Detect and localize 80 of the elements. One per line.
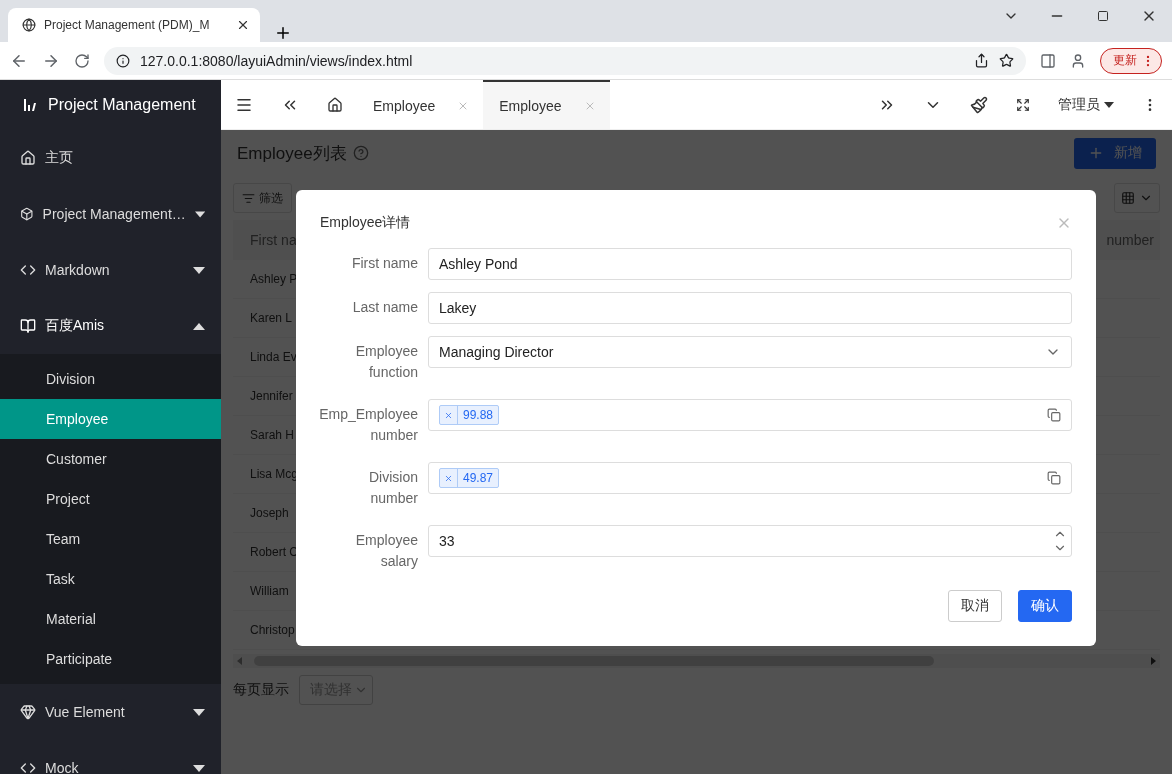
- brush-icon[interactable]: [970, 95, 988, 114]
- table-cell: Sarah H: [250, 428, 295, 442]
- sidebar-item[interactable]: Markdown: [0, 242, 221, 298]
- grid-icon: [1121, 191, 1135, 205]
- browser-tab[interactable]: Project Management (PDM)_M: [8, 8, 260, 42]
- share-icon[interactable]: [974, 53, 989, 68]
- reload-icon[interactable]: [74, 52, 90, 69]
- confirm-button[interactable]: 确认: [1018, 590, 1072, 622]
- profile-icon[interactable]: [1070, 52, 1086, 69]
- value-tag: 49.87: [439, 468, 500, 488]
- text-field[interactable]: Lakey: [428, 292, 1072, 324]
- caret-down-icon: [193, 266, 205, 274]
- app-title: Project Management: [48, 96, 196, 114]
- number-field[interactable]: 33: [428, 525, 1072, 557]
- user-menu[interactable]: 管理员: [1044, 80, 1128, 129]
- picker-field[interactable]: 49.87: [428, 462, 1072, 494]
- sidebar-item[interactable]: 主页: [0, 130, 221, 186]
- field-label: First name: [350, 254, 418, 273]
- table-cell: Christop: [250, 623, 295, 637]
- plus-icon: [1088, 145, 1104, 161]
- star-icon[interactable]: [999, 53, 1014, 68]
- picker-icon[interactable]: [1047, 408, 1061, 422]
- sidebar-subitem[interactable]: Customer: [0, 439, 221, 479]
- field-label: Employee salary: [354, 531, 418, 571]
- text-field[interactable]: Ashley Pond: [428, 248, 1072, 280]
- maximize-icon[interactable]: [1097, 10, 1109, 22]
- sidebar-item[interactable]: Project Management…: [0, 186, 221, 242]
- sidebar-item[interactable]: Mock: [0, 740, 221, 774]
- new-tab-icon[interactable]: [274, 24, 292, 42]
- table-cell: Karen L: [250, 311, 293, 325]
- update-button[interactable]: 更新: [1100, 47, 1162, 74]
- address-field[interactable]: 127.0.0.1:8080/layuiAdmin/views/index.html: [104, 46, 1026, 75]
- dialog-title: Employee详情: [320, 214, 411, 232]
- sidebar-subitem[interactable]: Participate: [0, 639, 221, 679]
- filter-icon: [242, 191, 255, 205]
- caret-down-icon: [1104, 101, 1114, 108]
- caret-down-icon: [194, 210, 205, 218]
- globe-icon: [22, 18, 36, 32]
- diamond-icon: [20, 704, 36, 720]
- page-tab[interactable]: Employee: [483, 80, 610, 129]
- home-icon[interactable]: [327, 96, 343, 113]
- table-cell: Jennifer: [250, 389, 293, 403]
- logo-icon: [22, 97, 38, 113]
- fullscreen-icon[interactable]: [1016, 97, 1030, 112]
- caret-down-icon: [193, 708, 205, 716]
- field-label: Employee function: [354, 342, 418, 382]
- sidebar-subitem[interactable]: Employee: [0, 399, 221, 439]
- sidebar-subitem[interactable]: Task: [0, 559, 221, 599]
- code-icon: [20, 262, 36, 278]
- cancel-button[interactable]: 取消: [948, 590, 1002, 622]
- page-title: Employee列表: [237, 142, 347, 165]
- side-panel-icon[interactable]: [1040, 52, 1056, 69]
- tab-title: Project Management (PDM)_M: [44, 18, 211, 32]
- sidebar-subitem[interactable]: Material: [0, 599, 221, 639]
- sidebar-subitem[interactable]: Division: [0, 359, 221, 399]
- picker-icon[interactable]: [1047, 471, 1061, 485]
- close-icon[interactable]: [236, 18, 250, 32]
- value-tag: 99.88: [439, 405, 500, 425]
- remove-icon[interactable]: [444, 410, 453, 420]
- book-icon: [20, 318, 36, 334]
- sidebar-item[interactable]: 百度Amis: [0, 298, 221, 354]
- select-field[interactable]: Managing Director: [428, 336, 1072, 368]
- caret-up-icon: [193, 322, 205, 330]
- cube-icon: [20, 206, 34, 222]
- caret-down-icon: [193, 764, 205, 772]
- field-label: Emp_Employee number: [318, 405, 418, 445]
- remove-icon[interactable]: [444, 473, 453, 483]
- info-icon: [116, 53, 130, 68]
- sidebar-subitem[interactable]: Team: [0, 519, 221, 559]
- table-cell: Linda Ev: [250, 350, 297, 364]
- picker-field[interactable]: 99.88: [428, 399, 1072, 431]
- field-label: Last name: [351, 298, 418, 317]
- code-icon: [20, 760, 36, 774]
- table-cell: William: [250, 584, 289, 598]
- table-cell: Joseph: [250, 506, 289, 520]
- field-label: Division number: [368, 468, 418, 508]
- sidebar-subitem[interactable]: Project: [0, 479, 221, 519]
- per-page-label: 每页显示: [233, 681, 289, 699]
- home-icon: [20, 150, 36, 166]
- sidebar-item[interactable]: Vue Element: [0, 684, 221, 740]
